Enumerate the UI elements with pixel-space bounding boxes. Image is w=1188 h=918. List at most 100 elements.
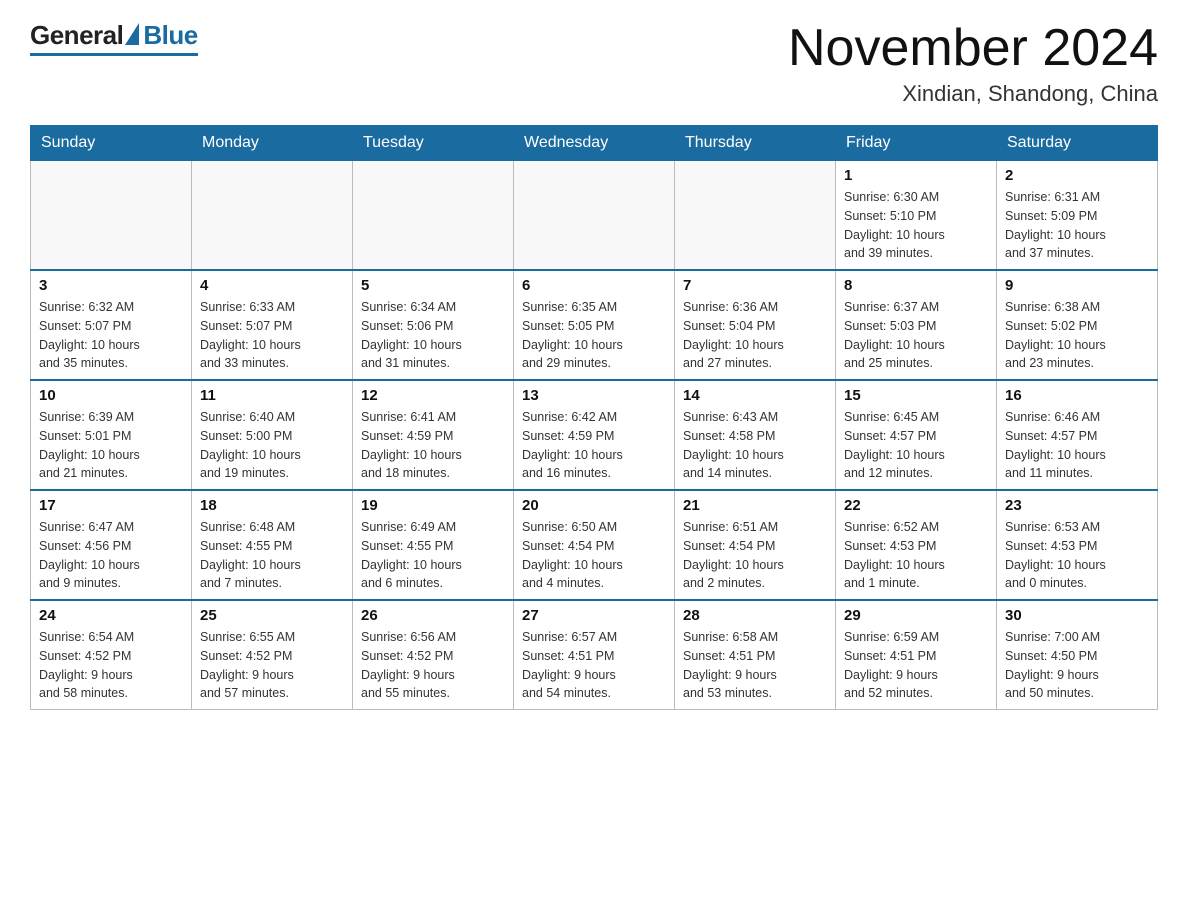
day-info: Sunrise: 6:39 AMSunset: 5:01 PMDaylight:… [39,408,183,483]
day-number: 15 [844,387,988,404]
location-subtitle: Xindian, Shandong, China [788,81,1158,107]
day-number: 23 [1005,497,1149,514]
calendar-cell: 23 Sunrise: 6:53 AMSunset: 4:53 PMDayligh… [997,490,1158,600]
day-info: Sunrise: 6:43 AMSunset: 4:58 PMDaylight:… [683,408,827,483]
day-info: Sunrise: 6:50 AMSunset: 4:54 PMDaylight:… [522,518,666,593]
calendar-cell: 6 Sunrise: 6:35 AMSunset: 5:05 PMDaylight… [514,270,675,380]
day-number: 20 [522,497,666,514]
day-info: Sunrise: 6:59 AMSunset: 4:51 PMDaylight:… [844,628,988,703]
day-info: Sunrise: 7:00 AMSunset: 4:50 PMDaylight:… [1005,628,1149,703]
weekday-header-thursday: Thursday [675,126,836,161]
calendar-cell: 8 Sunrise: 6:37 AMSunset: 5:03 PMDaylight… [836,270,997,380]
day-number: 16 [1005,387,1149,404]
month-year-title: November 2024 [788,20,1158,77]
day-info: Sunrise: 6:37 AMSunset: 5:03 PMDaylight:… [844,298,988,373]
calendar-cell: 15 Sunrise: 6:45 AMSunset: 4:57 PMDayligh… [836,380,997,490]
calendar-cell: 13 Sunrise: 6:42 AMSunset: 4:59 PMDayligh… [514,380,675,490]
day-info: Sunrise: 6:31 AMSunset: 5:09 PMDaylight:… [1005,188,1149,263]
calendar-cell [675,161,836,271]
calendar-cell: 14 Sunrise: 6:43 AMSunset: 4:58 PMDayligh… [675,380,836,490]
logo: General Blue [30,20,198,56]
calendar-cell: 2 Sunrise: 6:31 AMSunset: 5:09 PMDaylight… [997,161,1158,271]
calendar-cell: 7 Sunrise: 6:36 AMSunset: 5:04 PMDaylight… [675,270,836,380]
weekday-header-saturday: Saturday [997,126,1158,161]
day-number: 13 [522,387,666,404]
day-info: Sunrise: 6:45 AMSunset: 4:57 PMDaylight:… [844,408,988,483]
day-info: Sunrise: 6:57 AMSunset: 4:51 PMDaylight:… [522,628,666,703]
day-number: 25 [200,607,344,624]
weekday-header-monday: Monday [192,126,353,161]
calendar-week-row-1: 1 Sunrise: 6:30 AMSunset: 5:10 PMDaylight… [31,161,1158,271]
day-info: Sunrise: 6:32 AMSunset: 5:07 PMDaylight:… [39,298,183,373]
day-number: 5 [361,277,505,294]
day-info: Sunrise: 6:35 AMSunset: 5:05 PMDaylight:… [522,298,666,373]
day-info: Sunrise: 6:38 AMSunset: 5:02 PMDaylight:… [1005,298,1149,373]
calendar-week-row-4: 17Sunrise: 6:47 AMSunset: 4:56 PMDayligh… [31,490,1158,600]
day-info: Sunrise: 6:30 AMSunset: 5:10 PMDaylight:… [844,188,988,263]
day-info: Sunrise: 6:53 AMSunset: 4:53 PMDaylight:… [1005,518,1149,593]
day-number: 12 [361,387,505,404]
weekday-header-tuesday: Tuesday [353,126,514,161]
day-info: Sunrise: 6:34 AMSunset: 5:06 PMDaylight:… [361,298,505,373]
day-number: 2 [1005,167,1149,184]
title-block: November 2024 Xindian, Shandong, China [788,20,1158,107]
day-info: Sunrise: 6:58 AMSunset: 4:51 PMDaylight:… [683,628,827,703]
calendar-cell: 25 Sunrise: 6:55 AMSunset: 4:52 PMDayligh… [192,600,353,710]
day-number: 8 [844,277,988,294]
day-number: 1 [844,167,988,184]
day-number: 21 [683,497,827,514]
calendar-cell: 22 Sunrise: 6:52 AMSunset: 4:53 PMDayligh… [836,490,997,600]
day-number: 11 [200,387,344,404]
calendar-cell: 27Sunrise: 6:57 AMSunset: 4:51 PMDayligh… [514,600,675,710]
calendar-cell: 1 Sunrise: 6:30 AMSunset: 5:10 PMDaylight… [836,161,997,271]
calendar-cell: 4Sunrise: 6:33 AMSunset: 5:07 PMDaylight… [192,270,353,380]
day-number: 14 [683,387,827,404]
weekday-header-wednesday: Wednesday [514,126,675,161]
day-info: Sunrise: 6:33 AMSunset: 5:07 PMDaylight:… [200,298,344,373]
calendar-cell: 26 Sunrise: 6:56 AMSunset: 4:52 PMDayligh… [353,600,514,710]
calendar-cell: 19 Sunrise: 6:49 AMSunset: 4:55 PMDayligh… [353,490,514,600]
logo-blue: Blue [143,20,197,51]
calendar-cell: 30 Sunrise: 7:00 AMSunset: 4:50 PMDayligh… [997,600,1158,710]
calendar-cell: 18Sunrise: 6:48 AMSunset: 4:55 PMDayligh… [192,490,353,600]
day-info: Sunrise: 6:49 AMSunset: 4:55 PMDaylight:… [361,518,505,593]
day-info: Sunrise: 6:46 AMSunset: 4:57 PMDaylight:… [1005,408,1149,483]
day-number: 3 [39,277,183,294]
day-number: 26 [361,607,505,624]
calendar-week-row-3: 10 Sunrise: 6:39 AMSunset: 5:01 PMDayligh… [31,380,1158,490]
day-info: Sunrise: 6:40 AMSunset: 5:00 PMDaylight:… [200,408,344,483]
day-number: 19 [361,497,505,514]
calendar-week-row-2: 3 Sunrise: 6:32 AMSunset: 5:07 PMDaylight… [31,270,1158,380]
day-info: Sunrise: 6:54 AMSunset: 4:52 PMDaylight:… [39,628,183,703]
logo-general: General [30,20,123,51]
day-info: Sunrise: 6:42 AMSunset: 4:59 PMDaylight:… [522,408,666,483]
day-number: 22 [844,497,988,514]
day-number: 10 [39,387,183,404]
day-number: 29 [844,607,988,624]
day-number: 28 [683,607,827,624]
page-header: General Blue November 2024 Xindian, Shan… [30,20,1158,107]
calendar-cell: 10 Sunrise: 6:39 AMSunset: 5:01 PMDayligh… [31,380,192,490]
day-number: 7 [683,277,827,294]
day-number: 6 [522,277,666,294]
day-number: 17 [39,497,183,514]
day-number: 18 [200,497,344,514]
weekday-header-sunday: Sunday [31,126,192,161]
calendar-cell: 21Sunrise: 6:51 AMSunset: 4:54 PMDayligh… [675,490,836,600]
day-info: Sunrise: 6:36 AMSunset: 5:04 PMDaylight:… [683,298,827,373]
weekday-header-row: SundayMondayTuesdayWednesdayThursdayFrid… [31,126,1158,161]
day-info: Sunrise: 6:55 AMSunset: 4:52 PMDaylight:… [200,628,344,703]
calendar-cell [353,161,514,271]
calendar-cell: 9 Sunrise: 6:38 AMSunset: 5:02 PMDaylight… [997,270,1158,380]
day-number: 9 [1005,277,1149,294]
calendar-week-row-5: 24Sunrise: 6:54 AMSunset: 4:52 PMDayligh… [31,600,1158,710]
calendar-cell: 28 Sunrise: 6:58 AMSunset: 4:51 PMDayligh… [675,600,836,710]
calendar-table: SundayMondayTuesdayWednesdayThursdayFrid… [30,125,1158,710]
calendar-cell: 20 Sunrise: 6:50 AMSunset: 4:54 PMDayligh… [514,490,675,600]
logo-underline [30,53,198,56]
calendar-cell: 5 Sunrise: 6:34 AMSunset: 5:06 PMDaylight… [353,270,514,380]
calendar-cell [514,161,675,271]
day-info: Sunrise: 6:56 AMSunset: 4:52 PMDaylight:… [361,628,505,703]
day-info: Sunrise: 6:52 AMSunset: 4:53 PMDaylight:… [844,518,988,593]
day-number: 30 [1005,607,1149,624]
